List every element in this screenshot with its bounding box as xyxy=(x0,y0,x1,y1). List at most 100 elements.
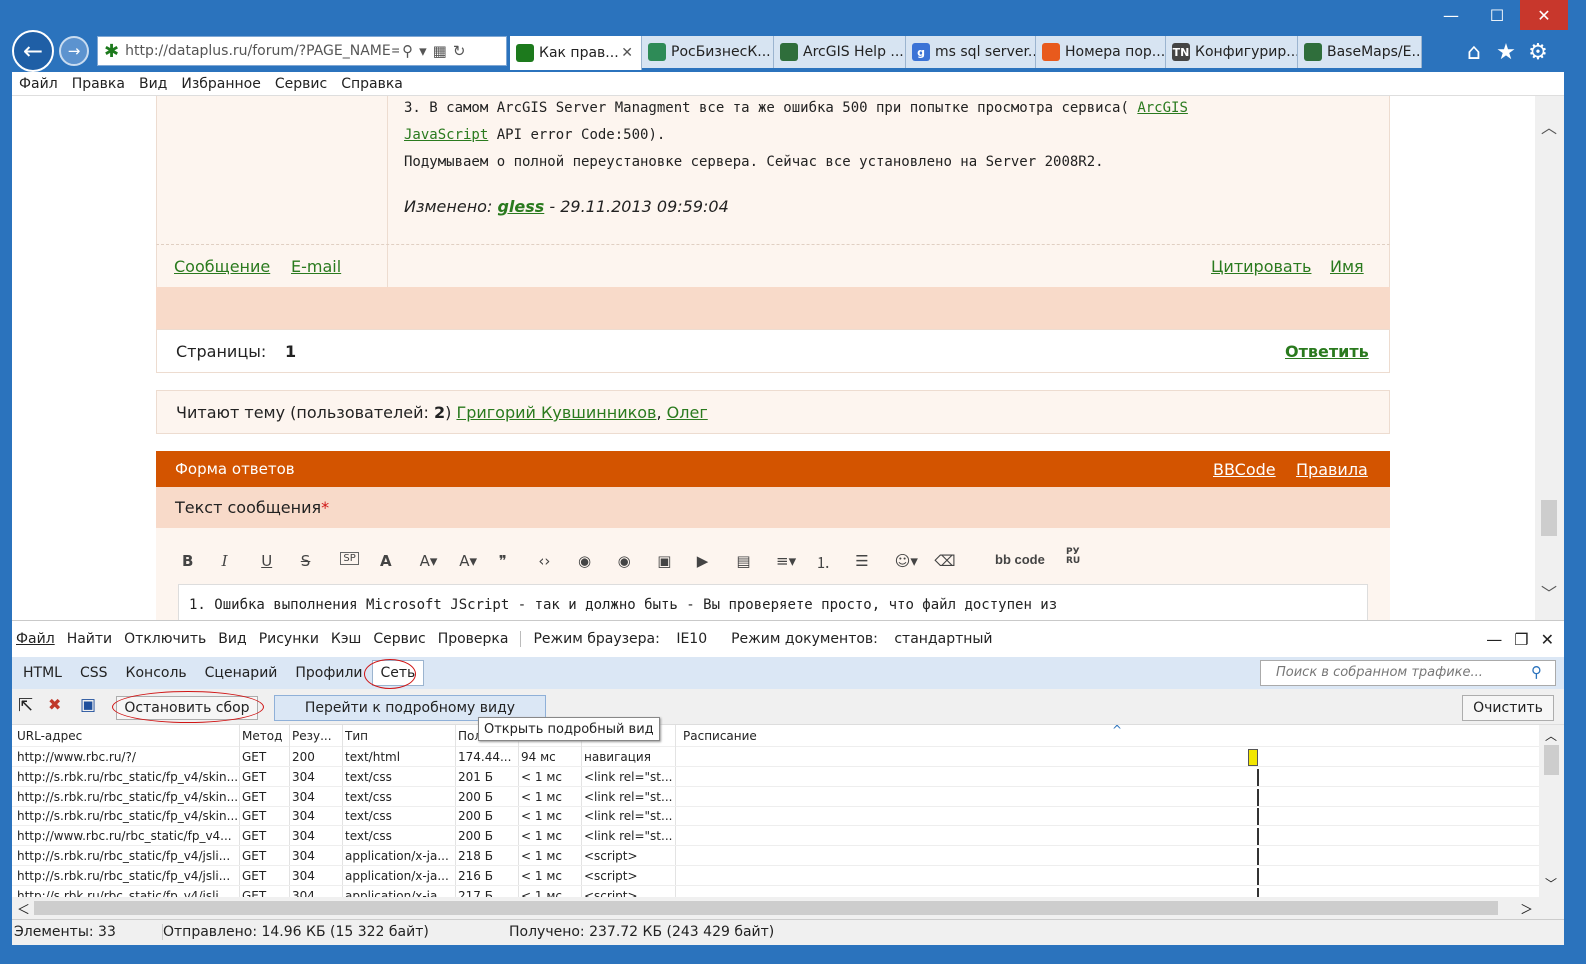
maximize-button[interactable]: ☐ xyxy=(1474,0,1520,30)
message-textarea[interactable]: 1. Ошибка выполнения Microsoft JScript -… xyxy=(178,584,1368,620)
link-icon[interactable]: ◉ xyxy=(578,552,591,570)
hscroll-thumb[interactable] xyxy=(34,901,1498,915)
smile-icon[interactable]: ☺▾ xyxy=(895,552,918,570)
minimize-button[interactable]: — xyxy=(1428,0,1474,30)
rules-link[interactable]: Правила xyxy=(1296,460,1368,479)
menu-help[interactable]: Справка xyxy=(341,76,403,92)
strike-icon[interactable]: S xyxy=(301,552,311,570)
browser-tab[interactable]: Как прав... ✕ xyxy=(510,36,642,70)
dev-menu-images[interactable]: Рисунки xyxy=(259,631,319,647)
italic-icon[interactable]: I xyxy=(222,552,228,570)
edited-user-link[interactable]: gless xyxy=(497,197,544,216)
select-element-icon[interactable]: ⇱ xyxy=(18,695,33,716)
dev-menu-cache[interactable]: Кэш xyxy=(331,631,361,647)
traffic-search-input[interactable]: Поиск в собранном трафике... ⚲ xyxy=(1260,660,1556,686)
table-row[interactable]: http://s.rbk.ru/rbc_static/fp_v4/jsli...… xyxy=(12,866,1539,886)
browser-tab[interactable]: BaseMaps/E... xyxy=(1298,36,1422,68)
chevron-up-icon[interactable]: ︿ xyxy=(1541,114,1557,138)
menu-tools[interactable]: Сервис xyxy=(275,76,327,92)
dev-menu-view[interactable]: Вид xyxy=(218,631,246,647)
align-icon[interactable]: ≡▾ xyxy=(776,552,796,570)
chevron-down-icon[interactable]: ﹀ xyxy=(1545,875,1557,892)
column-header[interactable]: Расписание xyxy=(683,729,757,743)
menu-favorites[interactable]: Избранное xyxy=(181,76,261,92)
message-link[interactable]: Сообщение xyxy=(174,257,270,276)
chevron-right-icon[interactable]: ＞ xyxy=(1520,899,1533,918)
column-header[interactable]: Резу... xyxy=(292,729,332,743)
browser-tab[interactable]: TN Конфигурир... xyxy=(1166,36,1298,68)
chevron-left-icon[interactable]: ＜ xyxy=(17,899,30,918)
clear-button[interactable]: Очистить xyxy=(1462,695,1554,721)
video-icon[interactable]: ▶ xyxy=(697,552,709,570)
unordered-list-icon[interactable]: ☰ xyxy=(855,552,868,570)
grid-scrollbar[interactable]: ︿ ﹀ xyxy=(1539,725,1564,897)
page-scrollbar[interactable]: ︿ ﹀ xyxy=(1535,96,1564,620)
address-input[interactable]: http://dataplus.ru/forum/?PAGE_NAME=r xyxy=(125,43,399,59)
dev-menu-disable[interactable]: Отключить xyxy=(124,631,206,647)
address-bar[interactable]: ✱ http://dataplus.ru/forum/?PAGE_NAME=r … xyxy=(97,36,507,66)
underline-icon[interactable]: U xyxy=(261,552,272,570)
devtools-close-icon[interactable]: ✕ xyxy=(1541,630,1554,649)
browser-mode[interactable]: Режим браузера: IE10 xyxy=(520,631,715,647)
back-button[interactable]: ← xyxy=(12,30,54,72)
table-icon[interactable]: ▤ xyxy=(736,552,750,570)
chevron-down-icon[interactable]: ﹀ xyxy=(1541,580,1557,604)
bbcode-link[interactable]: BBCode xyxy=(1213,460,1276,479)
page-number[interactable]: 1 xyxy=(285,342,296,361)
home-icon[interactable]: ⌂ xyxy=(1458,36,1490,68)
table-row[interactable]: http://s.rbk.ru/rbc_static/fp_v4/skin...… xyxy=(12,787,1539,807)
save-icon[interactable]: ▣ xyxy=(80,695,96,715)
quote-icon[interactable]: ❞ xyxy=(499,552,507,570)
font-size-icon[interactable]: A▾ xyxy=(420,552,438,570)
javascript-link[interactable]: JavaScript xyxy=(404,127,488,143)
dev-menu-file[interactable]: Файл xyxy=(16,631,55,647)
tab-script[interactable]: Сценарий xyxy=(205,665,278,681)
dev-menu-validate[interactable]: Проверка xyxy=(438,631,509,647)
font-color-icon[interactable]: A▾ xyxy=(459,552,477,570)
clear-entries-icon[interactable]: ✖ xyxy=(48,695,61,714)
tab-html[interactable]: HTML xyxy=(23,665,62,681)
table-row[interactable]: http://www.rbc.ru/?/ GET 200 text/html 174.4… xyxy=(12,747,1539,767)
devtools-minimize-icon[interactable]: — xyxy=(1486,630,1502,649)
unlink-icon[interactable]: ◉ xyxy=(618,552,631,570)
table-row[interactable]: http://s.rbk.ru/rbc_static/fp_v4/jsli...… xyxy=(12,846,1539,866)
reader-user-link[interactable]: Григорий Кувшинников xyxy=(456,403,656,422)
search-icon[interactable]: ⚲ xyxy=(402,42,413,60)
bold-icon[interactable]: B xyxy=(182,552,193,570)
table-row[interactable]: http://s.rbk.ru/rbc_static/fp_v4/skin...… xyxy=(12,806,1539,827)
document-mode[interactable]: Режим документов: стандартный xyxy=(727,631,1000,647)
favorites-star-icon[interactable]: ★ xyxy=(1490,36,1522,68)
horizontal-scrollbar[interactable]: ＜ ＞ xyxy=(12,897,1564,919)
menu-view[interactable]: Вид xyxy=(139,76,167,92)
browser-tab[interactable]: Номера пор... xyxy=(1036,36,1166,68)
column-header[interactable]: Тип xyxy=(345,729,368,743)
quote-link[interactable]: Цитировать xyxy=(1211,257,1311,276)
font-icon[interactable]: A xyxy=(380,552,392,570)
ordered-list-icon[interactable]: ⒈ xyxy=(816,552,831,573)
tab-css[interactable]: CSS xyxy=(80,665,108,681)
devtools-undock-icon[interactable]: ❐ xyxy=(1514,630,1528,649)
name-link[interactable]: Имя xyxy=(1330,257,1364,276)
close-window-button[interactable]: ✕ xyxy=(1520,0,1568,30)
compat-view-icon[interactable]: ▦ xyxy=(433,42,447,60)
close-tab-icon[interactable]: ✕ xyxy=(621,45,633,61)
reader-user-link[interactable]: Олег xyxy=(667,403,708,422)
tab-console[interactable]: Консоль xyxy=(126,665,187,681)
bbcode-toggle-button[interactable]: bb code xyxy=(995,552,1045,567)
column-header[interactable]: Метод xyxy=(242,729,282,743)
image-icon[interactable]: ▣ xyxy=(657,552,671,570)
email-link[interactable]: E-mail xyxy=(291,257,341,276)
menu-edit[interactable]: Правка xyxy=(72,76,125,92)
spoiler-icon[interactable]: SP xyxy=(340,552,359,565)
dev-menu-tools[interactable]: Сервис xyxy=(373,631,425,647)
column-header[interactable]: URL-адрес xyxy=(17,729,82,743)
browser-tab[interactable]: g ms sql server... xyxy=(906,36,1036,68)
eraser-icon[interactable]: ⌫ xyxy=(934,552,955,570)
arcgis-link[interactable]: ArcGIS xyxy=(1137,100,1188,116)
scroll-thumb[interactable] xyxy=(1544,745,1559,775)
gear-icon[interactable]: ⚙ xyxy=(1522,36,1554,68)
dropdown-icon[interactable]: ▾ xyxy=(419,42,427,60)
search-icon[interactable]: ⚲ xyxy=(1531,663,1542,681)
tab-profiler[interactable]: Профили xyxy=(295,665,362,681)
browser-tab[interactable]: РосБизнесК... xyxy=(642,36,774,68)
